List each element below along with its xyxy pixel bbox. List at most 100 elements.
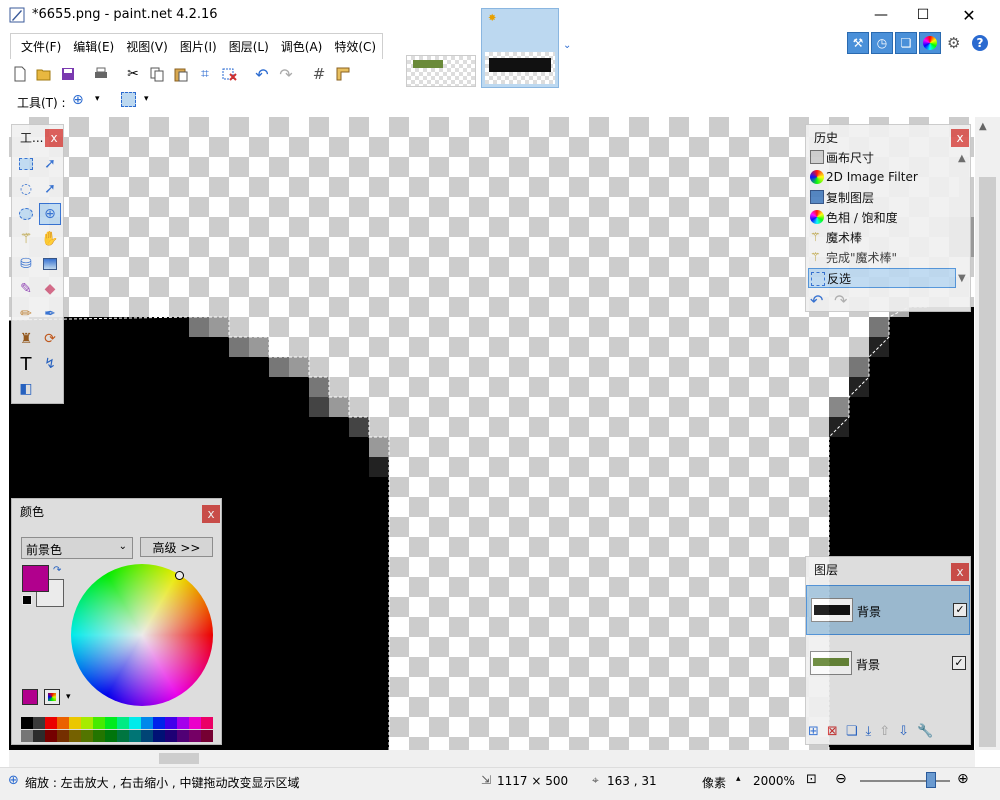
vertical-scroll-thumb[interactable] bbox=[979, 177, 996, 747]
chevron-up-icon[interactable]: ▴ bbox=[736, 774, 741, 784]
colors-panel-close-button[interactable]: x bbox=[202, 505, 220, 523]
paste-icon[interactable] bbox=[170, 62, 192, 86]
copy-icon[interactable] bbox=[146, 62, 168, 86]
palette-swatch[interactable] bbox=[117, 730, 129, 742]
palette-swatch[interactable] bbox=[177, 717, 189, 729]
zoom-tool-icon[interactable]: ⊕ bbox=[39, 203, 61, 225]
palette-swatch[interactable] bbox=[153, 730, 165, 742]
palette-swatch[interactable] bbox=[141, 717, 153, 729]
delete-layer-icon[interactable]: ⊠ bbox=[827, 724, 838, 739]
add-palette-color-icon[interactable] bbox=[22, 689, 38, 705]
layer-properties-icon[interactable]: 🔧 bbox=[917, 724, 933, 739]
layer-visibility-checkbox[interactable]: ✓ bbox=[952, 656, 966, 670]
add-layer-icon[interactable]: ⊞ bbox=[808, 724, 819, 739]
crop-icon[interactable]: ⌗ bbox=[194, 62, 216, 86]
zoom-out-icon[interactable]: ⊖ bbox=[835, 771, 847, 787]
unit-selector[interactable]: 像素 bbox=[702, 774, 726, 791]
settings-gear-icon[interactable]: ⚙ bbox=[947, 34, 960, 52]
open-folder-icon[interactable] bbox=[33, 62, 55, 86]
layer-row-selected[interactable]: 背景 ✓ bbox=[806, 585, 970, 635]
advanced-button[interactable]: 高级 >> bbox=[140, 537, 213, 557]
color-wheel-handle[interactable] bbox=[175, 571, 184, 580]
palette-swatch[interactable] bbox=[21, 717, 33, 729]
layer-row[interactable]: 背景 ✓ bbox=[806, 639, 970, 689]
horizontal-scroll-thumb[interactable] bbox=[159, 753, 199, 764]
ellipse-select-icon[interactable] bbox=[15, 203, 37, 225]
history-item-selected[interactable]: 反选 bbox=[808, 268, 956, 288]
palette-swatch[interactable] bbox=[165, 717, 177, 729]
palette-swatch[interactable] bbox=[33, 730, 45, 742]
zoom-slider-thumb[interactable] bbox=[926, 772, 936, 788]
save-icon[interactable] bbox=[57, 62, 79, 86]
menu-view[interactable]: 视图(V) bbox=[120, 35, 174, 59]
palette-swatch[interactable] bbox=[57, 717, 69, 729]
undo-icon[interactable]: ↶ bbox=[251, 62, 273, 86]
shapes-icon[interactable]: ◧ bbox=[15, 378, 37, 400]
layers-panel-close-button[interactable]: x bbox=[951, 563, 969, 581]
palette-swatch[interactable] bbox=[81, 730, 93, 742]
reset-colors-icon[interactable] bbox=[22, 595, 32, 605]
palette-swatch[interactable] bbox=[201, 730, 213, 742]
palette-swatch[interactable] bbox=[189, 717, 201, 729]
move-selection-icon[interactable]: ➚ bbox=[39, 178, 61, 200]
help-icon[interactable]: ? bbox=[972, 35, 988, 51]
palette-swatch[interactable] bbox=[129, 717, 141, 729]
palette-swatch[interactable] bbox=[141, 730, 153, 742]
deselect-icon[interactable] bbox=[218, 62, 240, 86]
chevron-down-icon[interactable]: ▾ bbox=[95, 94, 100, 104]
scroll-down-icon[interactable]: ▼ bbox=[958, 273, 966, 284]
palette-menu-icon[interactable] bbox=[44, 689, 60, 705]
gradient-icon[interactable] bbox=[39, 253, 61, 275]
palette-swatch[interactable] bbox=[153, 717, 165, 729]
minimize-button[interactable]: — bbox=[858, 0, 904, 30]
zoom-in-icon[interactable]: ⊕ bbox=[957, 771, 969, 787]
paintbrush-icon[interactable]: ✎ bbox=[15, 278, 37, 300]
tools-panel-close-button[interactable]: x bbox=[45, 129, 63, 147]
move-selected-icon[interactable]: ➚ bbox=[39, 153, 61, 175]
history-item[interactable]: ⚚ 完成"魔术棒" bbox=[808, 247, 968, 267]
pan-hand-icon[interactable]: ✋ bbox=[39, 228, 61, 250]
palette-swatch[interactable] bbox=[21, 730, 33, 742]
redo-icon[interactable]: ↷ bbox=[275, 62, 297, 86]
duplicate-layer-icon[interactable]: ❏ bbox=[846, 724, 858, 739]
menu-adjustments[interactable]: 调色(A) bbox=[275, 35, 329, 59]
palette-swatch[interactable] bbox=[117, 717, 129, 729]
image-tab-thumbnail-2[interactable]: ✸ bbox=[481, 8, 559, 88]
zoom-level[interactable]: 2000% bbox=[753, 774, 795, 788]
color-mode-select[interactable]: 前景色 ⌄ bbox=[21, 537, 133, 559]
ruler-icon[interactable] bbox=[332, 62, 354, 86]
chevron-down-icon[interactable]: ▾ bbox=[144, 94, 149, 104]
lasso-select-icon[interactable]: ◌ bbox=[15, 178, 37, 200]
menu-image[interactable]: 图片(I) bbox=[174, 35, 223, 59]
recolor-icon[interactable]: ⟳ bbox=[39, 328, 61, 350]
palette-swatch[interactable] bbox=[57, 730, 69, 742]
menu-effects[interactable]: 特效(C) bbox=[328, 35, 382, 59]
text-tool-icon[interactable]: T bbox=[15, 353, 37, 375]
swap-colors-icon[interactable]: ↷ bbox=[53, 565, 61, 576]
cut-icon[interactable]: ✂ bbox=[122, 62, 144, 86]
palette-swatch[interactable] bbox=[129, 730, 141, 742]
palette-swatch[interactable] bbox=[81, 717, 93, 729]
chevron-down-icon[interactable]: ▾ bbox=[66, 692, 71, 702]
palette-swatch[interactable] bbox=[33, 717, 45, 729]
palette-swatch[interactable] bbox=[177, 730, 189, 742]
palette-swatch[interactable] bbox=[69, 717, 81, 729]
palette-swatch[interactable] bbox=[105, 730, 117, 742]
paint-bucket-icon[interactable]: ⛁ bbox=[15, 253, 37, 275]
palette-swatch[interactable] bbox=[45, 717, 57, 729]
scroll-up-icon[interactable]: ▲ bbox=[958, 153, 966, 164]
magic-wand-icon[interactable]: ⚚ bbox=[15, 228, 37, 250]
zoom-slider[interactable] bbox=[860, 780, 950, 782]
layers-toggle-icon[interactable]: ❏ bbox=[895, 32, 917, 54]
history-undo-icon[interactable]: ↶ bbox=[810, 291, 823, 310]
palette-swatch[interactable] bbox=[201, 717, 213, 729]
line-curve-icon[interactable]: ↯ bbox=[39, 353, 61, 375]
colors-toggle-icon[interactable] bbox=[919, 32, 941, 54]
selection-mode-icon[interactable] bbox=[121, 92, 136, 107]
color-picker-icon[interactable]: ✒ bbox=[39, 303, 61, 325]
move-layer-down-icon[interactable]: ⇩ bbox=[898, 724, 909, 739]
history-item[interactable]: ⚚ 魔术棒 bbox=[808, 227, 968, 247]
zoom-tool-dropdown-icon[interactable]: ⊕ bbox=[72, 92, 84, 108]
pencil-icon[interactable]: ✏ bbox=[15, 303, 37, 325]
palette-swatch[interactable] bbox=[189, 730, 201, 742]
